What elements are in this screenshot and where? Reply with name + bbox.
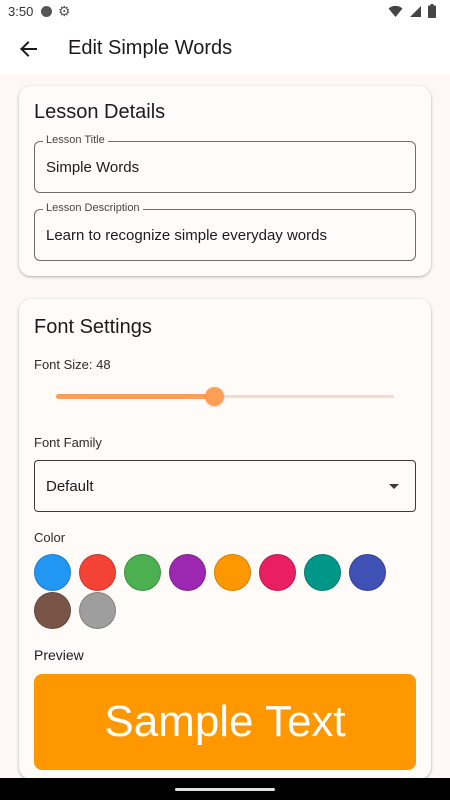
signal-icon bbox=[410, 5, 421, 17]
color-swatch[interactable] bbox=[169, 554, 206, 591]
color-swatch[interactable] bbox=[79, 592, 116, 629]
preview-box: Sample Text bbox=[34, 674, 416, 770]
arrow-back-icon bbox=[20, 41, 37, 57]
font-family-value: Default bbox=[46, 478, 94, 495]
font-size-label: Font Size: 48 bbox=[34, 357, 111, 372]
color-swatch[interactable] bbox=[79, 554, 116, 591]
lesson-title-value: Simple Words bbox=[46, 159, 140, 176]
battery-icon bbox=[428, 4, 436, 18]
home-handle[interactable] bbox=[175, 788, 275, 791]
color-swatch[interactable] bbox=[34, 592, 71, 629]
preview-label: Preview bbox=[34, 647, 84, 663]
page-title: Edit Simple Words bbox=[68, 37, 233, 59]
lesson-details-title: Lesson Details bbox=[34, 101, 166, 123]
settings-icon: ⚙ bbox=[58, 3, 71, 19]
app-bar: Edit Simple Words bbox=[0, 24, 450, 74]
color-swatch[interactable] bbox=[259, 554, 296, 591]
color-swatch[interactable] bbox=[304, 554, 341, 591]
slider-active-track bbox=[56, 394, 215, 399]
color-swatch[interactable] bbox=[34, 554, 71, 591]
navigation-bar bbox=[0, 778, 450, 800]
wifi-icon bbox=[388, 5, 403, 17]
font-settings-card: Font Settings Font Size: 48 Font Family … bbox=[19, 299, 431, 779]
lesson-description-field[interactable]: Lesson Description Learn to recognize si… bbox=[34, 202, 416, 261]
status-bar: 3:50 ⚙ bbox=[0, 0, 450, 24]
color-swatch[interactable] bbox=[349, 554, 386, 591]
preview-text: Sample Text bbox=[104, 697, 346, 746]
lesson-description-value: Learn to recognize simple everyday words bbox=[46, 227, 327, 244]
dropdown-arrow-icon bbox=[389, 484, 399, 489]
back-button[interactable] bbox=[8, 29, 48, 69]
font-settings-title: Font Settings bbox=[34, 316, 152, 338]
lesson-title-field[interactable]: Lesson Title Simple Words bbox=[34, 134, 416, 193]
font-family-dropdown[interactable]: Default bbox=[34, 460, 416, 512]
color-label: Color bbox=[34, 530, 66, 545]
lesson-title-label: Lesson Title bbox=[43, 134, 108, 146]
status-icons bbox=[388, 4, 436, 18]
lesson-description-label: Lesson Description bbox=[43, 202, 143, 214]
record-icon bbox=[41, 6, 52, 17]
lesson-details-card: Lesson Details Lesson Title Simple Words… bbox=[19, 86, 431, 276]
color-swatch[interactable] bbox=[124, 554, 161, 591]
status-time: 3:50 bbox=[8, 4, 34, 19]
slider-thumb[interactable] bbox=[205, 387, 225, 406]
color-swatch[interactable] bbox=[214, 554, 251, 591]
font-family-label: Font Family bbox=[34, 435, 102, 450]
